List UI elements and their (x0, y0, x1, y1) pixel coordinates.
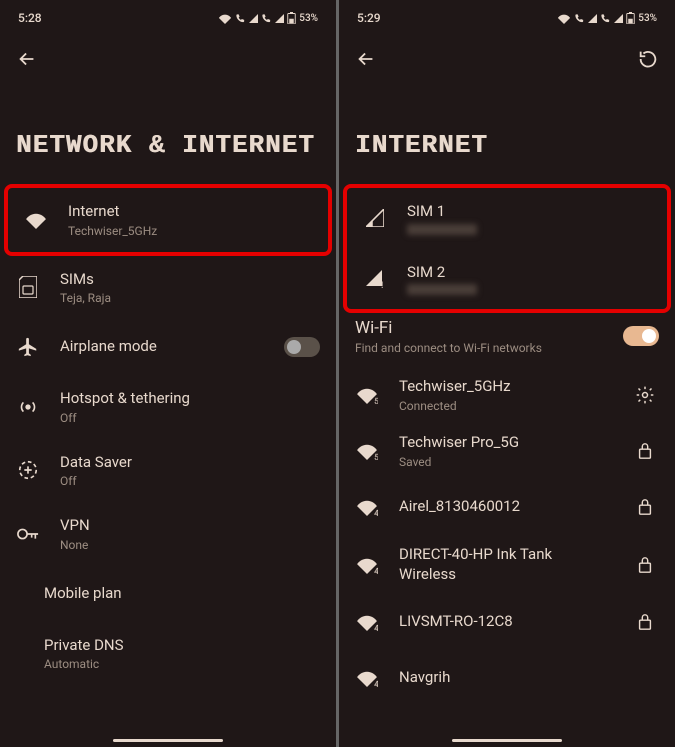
row-private-dns[interactable]: Private DNS Automatic (0, 622, 336, 686)
row-internet[interactable]: Internet Techwiser_5GHz (8, 188, 328, 252)
row-sims[interactable]: SIMs Teja, Raja (0, 256, 336, 320)
signal-warning-icon: ! (363, 270, 387, 288)
wifi-network-row[interactable]: 4 LIVSMT-RO-12C8 (339, 594, 675, 650)
sim-icon (16, 276, 40, 298)
highlight-internet: Internet Techwiser_5GHz (4, 184, 332, 256)
highlight-sims: SIM 1 ! SIM 2 (343, 184, 671, 313)
lock-icon (631, 613, 659, 631)
page-title: NETWORK & INTERNET (0, 70, 336, 184)
row-sim1[interactable]: SIM 1 (347, 188, 667, 249)
page-title: INTERNET (339, 70, 675, 184)
home-indicator[interactable] (452, 739, 562, 742)
wifi-label: Wi-Fi (355, 317, 542, 339)
sim1-carrier-redacted (407, 224, 477, 235)
lock-icon (631, 556, 659, 574)
wifi-network-row[interactable]: 4 Airel_8130460012 (339, 479, 675, 535)
network-name: Airel_8130460012 (399, 497, 611, 517)
status-time: 5:28 (18, 11, 42, 25)
wifi-signal-icon: 5 (355, 442, 379, 460)
signal-icon (363, 209, 387, 227)
lock-icon (631, 442, 659, 460)
network-name: Techwiser Pro_5G (399, 433, 611, 453)
row-vpn[interactable]: VPN None (0, 502, 336, 566)
svg-text:4: 4 (374, 566, 378, 574)
wifi-sub: Find and connect to Wi-Fi networks (355, 341, 542, 355)
svg-text:4: 4 (374, 508, 378, 516)
airplane-icon (16, 336, 40, 358)
hotspot-icon (16, 396, 40, 418)
reset-icon[interactable] (637, 48, 659, 70)
wifi-signal-icon: 4 (355, 613, 379, 631)
wifi-toggle[interactable] (623, 326, 659, 346)
row-title: Internet (68, 202, 312, 222)
svg-text:4: 4 (374, 623, 378, 631)
wifi-section-header: Wi-Fi Find and connect to Wi-Fi networks (339, 313, 675, 367)
status-bar: 5:29 53% (339, 0, 675, 30)
vpn-icon (16, 526, 40, 542)
svg-text:5: 5 (374, 396, 378, 404)
back-button[interactable] (355, 48, 377, 70)
wifi-network-row[interactable]: 5 Techwiser Pro_5G Saved (339, 423, 675, 479)
status-time: 5:29 (357, 11, 381, 25)
svg-text:4: 4 (374, 679, 378, 687)
wifi-signal-icon: 4 (355, 498, 379, 516)
wifi-signal-icon: 5 (355, 386, 379, 404)
wifi-signal-icon: 4 (355, 669, 379, 687)
row-sim2[interactable]: ! SIM 2 (347, 249, 667, 310)
wifi-icon (24, 211, 48, 229)
gear-icon[interactable] (631, 385, 659, 405)
network-name: Techwiser_5GHz (399, 377, 611, 397)
network-sub: Connected (399, 399, 611, 413)
wifi-signal-icon: 4 (355, 556, 379, 574)
row-mobile-plan[interactable]: Mobile plan (0, 566, 336, 622)
wifi-network-row[interactable]: 4 Navgrih (339, 650, 675, 706)
wifi-network-row[interactable]: 5 Techwiser_5GHz Connected (339, 367, 675, 423)
network-name: Navgrih (399, 668, 659, 688)
lock-icon (631, 498, 659, 516)
network-name: LIVSMT-RO-12C8 (399, 612, 611, 632)
network-sub: Saved (399, 455, 611, 469)
svg-text:!: ! (381, 281, 383, 288)
topbar (0, 30, 336, 70)
svg-text:5: 5 (374, 452, 378, 460)
row-datasaver[interactable]: Data Saver Off (0, 439, 336, 503)
airplane-toggle[interactable] (284, 337, 320, 357)
row-sub: Techwiser_5GHz (68, 224, 312, 238)
topbar (339, 30, 675, 70)
datasaver-icon (16, 459, 40, 481)
status-bar: 5:28 53% (0, 0, 336, 30)
home-indicator[interactable] (113, 739, 223, 742)
row-airplane[interactable]: Airplane mode (0, 319, 336, 375)
wifi-network-row[interactable]: 4 DIRECT-40-HP Ink Tank Wireless (339, 535, 675, 594)
status-right: 53% (557, 12, 657, 24)
row-hotspot[interactable]: Hotspot & tethering Off (0, 375, 336, 439)
sim2-carrier-redacted (407, 284, 477, 295)
status-right: 53% (218, 12, 318, 24)
network-name: DIRECT-40-HP Ink Tank Wireless (399, 545, 611, 584)
screen-network-internet: 5:28 53% NETWORK & INTERNET Internet Tec… (0, 0, 336, 747)
screen-internet: 5:29 53% INTERNET SIM 1 (339, 0, 675, 747)
back-button[interactable] (16, 48, 38, 70)
